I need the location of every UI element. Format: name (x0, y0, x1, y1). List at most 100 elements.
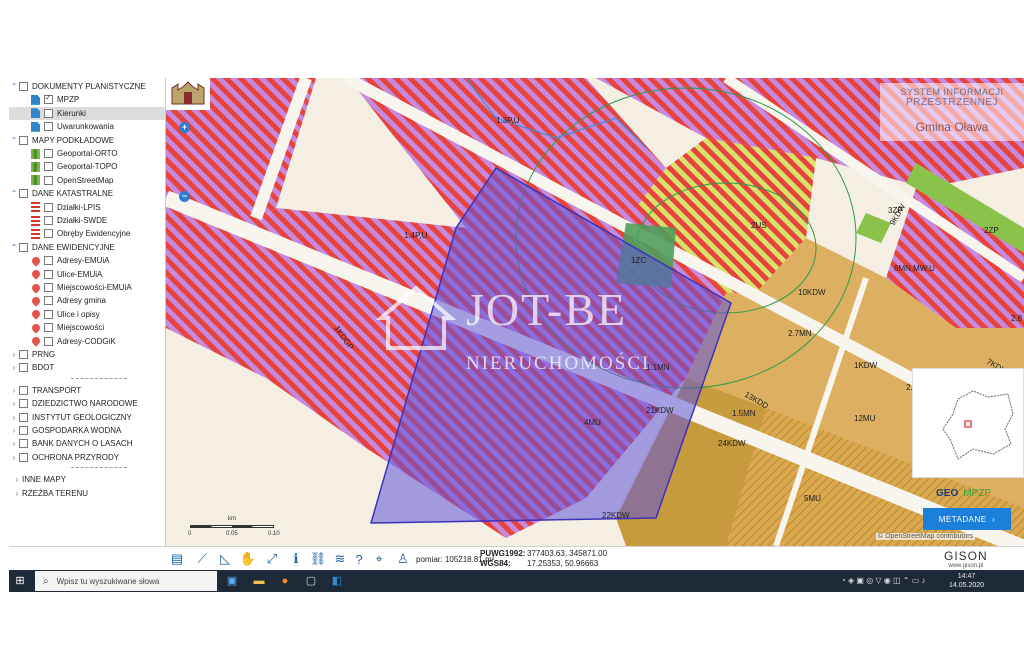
chevron-right-icon[interactable]: › (9, 413, 19, 422)
store-icon[interactable]: ▢ (303, 573, 319, 589)
chevron-right-icon[interactable]: › (9, 439, 19, 448)
printer-icon[interactable]: ▤ (169, 551, 185, 567)
tray-icons[interactable]: ◔ ◈ ▣ ◎ ▽ ◉ ◫ ⌃ ▭ ♪ (841, 576, 925, 585)
metadane-button[interactable]: METADANE › (923, 508, 1011, 530)
layer-item[interactable]: Uwarunkowania (9, 120, 114, 133)
chevron-right-icon[interactable]: › (9, 363, 19, 372)
layer-group[interactable]: › PRNG (9, 348, 55, 361)
help-icon[interactable]: ? (351, 551, 367, 567)
outlook-icon[interactable]: ◧ (329, 573, 345, 589)
chevron-right-icon[interactable]: › (9, 453, 19, 462)
layer-checkbox[interactable] (19, 439, 28, 449)
chevron-up-icon[interactable]: ⌃ (9, 136, 19, 145)
layer-checkbox[interactable] (44, 309, 53, 319)
taskbar-clock[interactable]: 14:47 14.05.2020 (949, 572, 984, 590)
layer-checkbox[interactable] (19, 426, 28, 435)
layer-item[interactable]: Adresy-EMUiA (9, 254, 109, 267)
layer-checkbox[interactable] (44, 108, 53, 118)
layer-group[interactable]: ⌃ DOKUMENTY PLANISTYCZNE (9, 80, 146, 93)
layer-checkbox[interactable] (44, 269, 53, 279)
layer-group[interactable]: › BANK DANYCH O LASACH (9, 437, 132, 450)
layer-item[interactable]: Obręby Ewidencyjne (9, 227, 130, 240)
layer-checkbox[interactable] (19, 385, 28, 395)
layer-link[interactable]: › RZEŹBA TERENU (9, 487, 88, 500)
layer-group[interactable]: ⌃ MAPY PODKŁADOWE (9, 134, 114, 147)
info-icon[interactable]: ℹ (288, 551, 304, 567)
layer-item[interactable]: OpenStreetMap (9, 174, 113, 187)
chevron-right-icon[interactable]: › (12, 475, 22, 484)
chevron-right-icon[interactable]: › (12, 489, 22, 498)
layer-checkbox[interactable] (19, 189, 28, 199)
layer-group[interactable]: › OCHRONA PRZYRODY (9, 451, 119, 464)
layer-checkbox[interactable] (44, 162, 53, 172)
layer-item[interactable]: Miejscowości (9, 321, 104, 334)
layer-checkbox[interactable] (44, 175, 53, 185)
layer-group[interactable]: › TRANSPORT (9, 384, 81, 397)
layer-link[interactable]: › INNE MAPY (9, 473, 66, 486)
layer-checkbox[interactable] (44, 296, 53, 306)
layer-group[interactable]: › GOSPODARKA WODNA (9, 424, 121, 437)
overview-map[interactable] (912, 368, 1024, 478)
layer-group[interactable]: ⌃ DANE EWIDENCYJNE (9, 241, 115, 254)
layer-item[interactable]: Geoportal-TOPO (9, 160, 117, 173)
chevron-right-icon[interactable]: › (9, 399, 19, 408)
layer-checkbox[interactable] (19, 452, 28, 462)
zoom-out-button[interactable]: − (179, 191, 190, 202)
measure-area-icon[interactable]: ◺ (217, 551, 233, 567)
layer-checkbox[interactable] (19, 242, 28, 252)
location-icon[interactable]: ⌖ (371, 551, 387, 567)
map-view[interactable]: 1.3P,U 1.4P,U 2US 1ZC 3ZP 9KDW 2ZP 6MN,MW,U 2.8 1… (166, 78, 1024, 546)
layer-group[interactable]: › BDOT (9, 361, 54, 374)
layer-checkbox[interactable] (19, 135, 28, 145)
layer-item[interactable]: Miejscowości-EMUiA (9, 281, 132, 294)
layer-item[interactable]: Działki-SWDE (9, 214, 107, 227)
map-canvas[interactable]: 1.3P,U1.4P,U2US1ZC3ZP9KDW2ZP6MN,MW,U2.81… (166, 78, 1024, 546)
layer-checkbox[interactable] (44, 216, 53, 225)
layer-checkbox[interactable] (44, 323, 53, 333)
layer-item[interactable]: MPZP (9, 93, 79, 106)
measure-line-icon[interactable]: ⟋ (194, 551, 210, 567)
layer-checkbox[interactable] (19, 412, 28, 422)
taskbar-search[interactable]: ⌕ Wpisz tu wyszukiwane słowa (35, 571, 217, 591)
layer-group[interactable]: › INSTYTUT GEOLOGICZNY (9, 411, 132, 424)
chevron-right-icon[interactable]: › (9, 386, 19, 395)
chevron-up-icon[interactable]: ⌃ (9, 243, 19, 252)
chevron-right-icon[interactable]: › (9, 350, 19, 359)
layer-item[interactable]: Adresy-CODGiK (9, 335, 116, 348)
layer-checkbox[interactable] (44, 149, 53, 158)
chevron-up-icon[interactable]: ⌃ (9, 189, 19, 198)
layer-checkbox[interactable] (19, 82, 28, 91)
pan-hand-icon[interactable]: ✋ (240, 551, 256, 567)
gison-logo[interactable]: GISON www.gison.pl (944, 549, 988, 569)
layer-item[interactable]: Kierunki (9, 106, 165, 120)
file-explorer-icon[interactable]: ▬ (251, 573, 267, 589)
layer-checkbox[interactable] (19, 350, 28, 359)
layer-group[interactable]: ⌃ DANE KATASTRALNE (9, 187, 113, 200)
layers-icon[interactable]: ≋ (332, 551, 348, 567)
chevron-right-icon[interactable]: › (9, 426, 19, 435)
extent-icon[interactable]: ⤢ (264, 551, 280, 567)
person-icon[interactable]: ♙ (395, 551, 411, 567)
layer-item[interactable]: Adresy gmina (9, 294, 106, 307)
layer-checkbox[interactable] (44, 202, 53, 212)
layer-checkbox[interactable] (19, 363, 28, 373)
layer-item[interactable]: Ulice i opisy (9, 308, 100, 321)
layer-item[interactable]: Ulice-EMUiA (9, 268, 102, 281)
link-icon[interactable]: ⛓ (310, 551, 327, 567)
layer-checkbox[interactable] (44, 229, 53, 239)
layer-group[interactable]: › DZIEDZICTWO NARODOWE (9, 397, 138, 410)
layer-checkbox[interactable] (44, 336, 53, 346)
layer-checkbox[interactable] (19, 399, 28, 409)
layer-item[interactable]: Geoportal-ORTO (9, 147, 118, 160)
windows-start-icon[interactable]: ⊞ (13, 574, 27, 588)
chevron-up-icon[interactable]: ⌃ (9, 82, 19, 91)
layer-checkbox[interactable] (44, 122, 53, 132)
zoom-in-button[interactable]: + (179, 122, 190, 133)
layer-checkbox[interactable] (44, 256, 53, 266)
layer-checkbox[interactable] (44, 283, 53, 292)
firefox-icon[interactable]: ● (277, 573, 293, 589)
layer-item[interactable]: Działki-LPIS (9, 201, 101, 214)
map-attribution[interactable]: © OpenStreetMap contributors (876, 533, 976, 540)
layer-checkbox[interactable] (44, 93, 53, 105)
task-view-icon[interactable]: ▣ (224, 573, 240, 589)
